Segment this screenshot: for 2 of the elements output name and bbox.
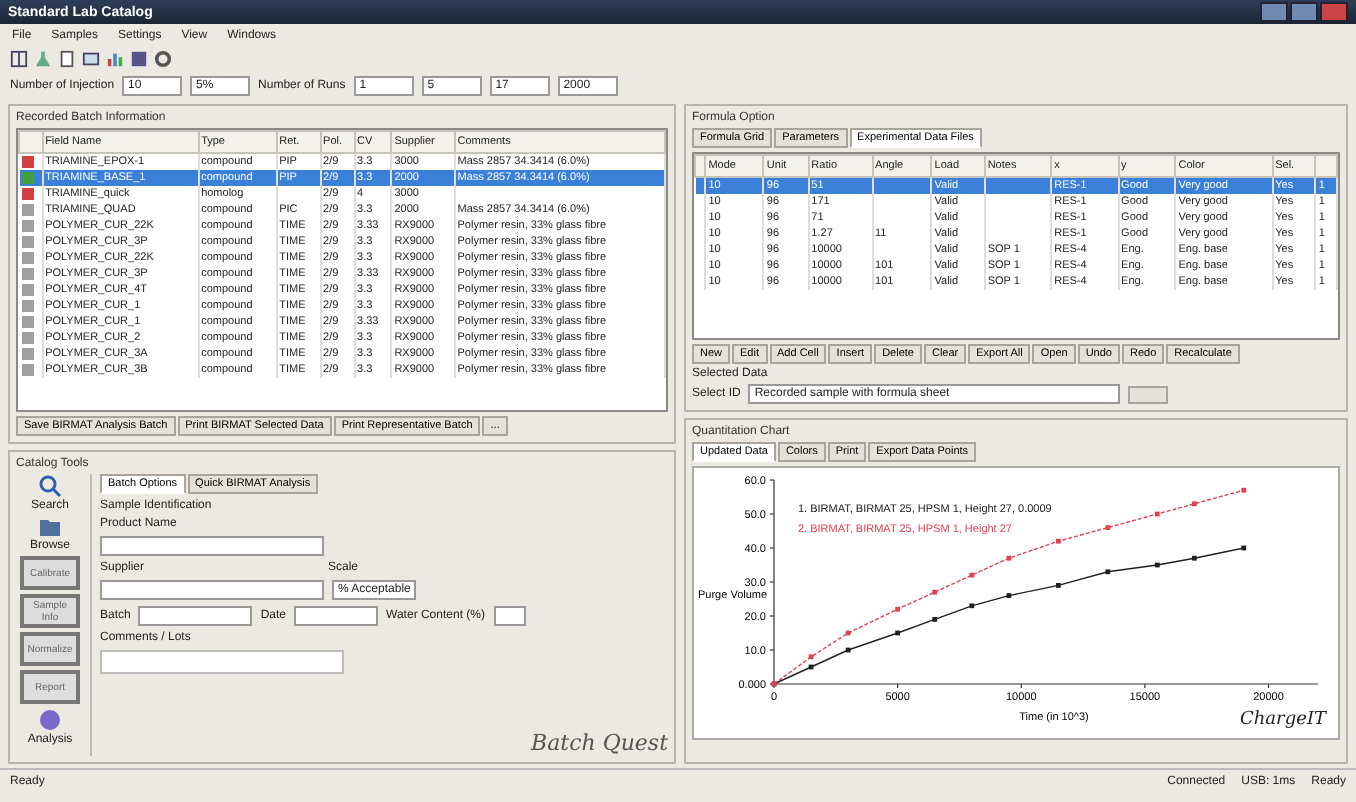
logo-text: Batch Quest [531, 730, 668, 756]
logo-text: ChargeIT [1240, 710, 1326, 730]
